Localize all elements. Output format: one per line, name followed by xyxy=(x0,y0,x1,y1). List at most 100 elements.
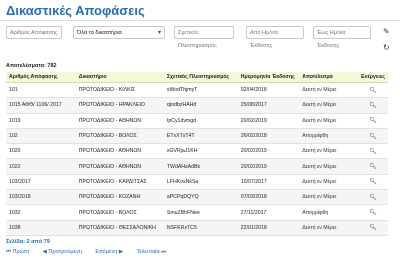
cell-actions: 🔍︎ xyxy=(358,82,388,99)
last-page-button[interactable]: Τελευταία ⏭ xyxy=(137,249,167,256)
cell-result: Απορρίφθη xyxy=(299,128,359,145)
cell-number: 102 xyxy=(6,128,76,145)
col-header-number: Αριθμός Απόφασης xyxy=(6,72,76,83)
court-select-value: Όλα τα δικαστήρια xyxy=(77,30,122,36)
col-header-auction: Σχετικός Πλειστηριασμός xyxy=(163,72,238,83)
cell-court: ΠΡΩΤΟΔΙΚΕΙΟ - ΑΘΗΝΩΝ xyxy=(75,113,164,129)
last-page-label: Τελευταία xyxy=(136,249,160,255)
chevron-left-icon: ◀ xyxy=(42,249,47,255)
cell-auction: NSFKRxTC5 xyxy=(163,220,238,236)
cell-number: 1020 xyxy=(6,143,76,160)
magnifier-icon[interactable]: 🔍︎ xyxy=(369,87,377,94)
decision-number-input[interactable]: Αριθμός Απόφασης xyxy=(6,26,62,39)
date-to-placeholder: Έως Ημ/νία Έκδοσης xyxy=(317,30,346,49)
decision-number-placeholder: Αριθμός Απόφασης xyxy=(10,30,58,36)
magnifier-icon[interactable]: 🔍︎ xyxy=(369,148,377,155)
cell-actions: 🔍︎ xyxy=(358,97,388,114)
cell-date: 26/02/2018 xyxy=(237,128,300,145)
cell-auction: LFHKosNkSa xyxy=(163,174,238,191)
cell-court: ΠΡΩΤΟΔΙΚΕΙΟ - ΚΟΖΑΝΗ xyxy=(75,189,164,206)
next-page-label: Επόμενη xyxy=(95,249,118,255)
date-from-input[interactable]: Από Ημ/νία Έκδοσης xyxy=(246,26,304,49)
cell-date: 10/07/2017 xyxy=(237,174,300,191)
first-page-label: Πρώτη xyxy=(12,249,30,255)
cell-result: Δεκτή εν Μέρει xyxy=(299,174,359,191)
cell-court: ΠΡΩΤΟΔΙΚΕΙΟ - ΒΟΛΟΣ xyxy=(75,128,164,145)
magnifier-icon[interactable]: 🔍︎ xyxy=(369,117,377,124)
cell-court: ΠΡΩΤΟΔΙΚΕΙΟ - ΚΙΛΚΙΣ xyxy=(75,82,164,99)
col-header-actions: Ενέργειες xyxy=(358,72,388,83)
cell-auction: xGVRjaJ1KH xyxy=(163,143,238,160)
cell-date: 20/02/2019 xyxy=(237,143,300,160)
table-row: 103/2017 ΠΡΩΤΟΔΙΚΕΙΟ - ΚΑΡΔΙΤΣΑΣ LFHKosN… xyxy=(6,174,388,191)
cell-result: Δεκτή εν Μέρει xyxy=(299,158,359,175)
cell-result: Δεκτή εν Μέρει xyxy=(299,189,359,206)
last-page-icon: ⏭ xyxy=(161,249,167,255)
cell-date: 02/04/2018 xyxy=(237,82,300,99)
chevron-down-icon: ▾ xyxy=(157,30,161,36)
cell-court: ΠΡΩΤΟΔΙΚΕΙΟ - ΗΡΑΚΛΕΙΟ xyxy=(75,97,164,114)
table-row: 101 ΠΡΩΤΟΔΙΚΕΙΟ - ΚΙΛΚΙΣ xWodThjmyT 02/0… xyxy=(6,82,388,99)
cell-court: ΠΡΩΤΟΔΙΚΕΙΟ - ΘΕΣΣΑΛΟΝΙΚΗ xyxy=(75,220,164,236)
cell-date: 25/08/2017 xyxy=(237,97,300,114)
related-auction-input[interactable]: Σχετικός Πλειστηριασμός xyxy=(174,26,234,49)
table-row: 102 ΠΡΩΤΟΔΙΚΕΙΟ - ΒΟΛΟΣ ETxXTxT4T 26/02/… xyxy=(6,128,388,145)
table-row: 1019 ΠΡΩΤΟΔΙΚΕΙΟ - ΑΘΗΝΩΝ IpCy1dvmgd 20/… xyxy=(6,113,388,129)
magnifier-icon[interactable]: 🔍︎ xyxy=(369,102,377,109)
cell-auction: IpCy1dvmgd xyxy=(163,113,238,129)
cell-court: ΠΡΩΤΟΔΙΚΕΙΟ - ΑΘΗΝΩΝ xyxy=(75,143,164,160)
prev-page-button[interactable]: ◀ Προηγούμενη xyxy=(43,249,82,255)
court-select[interactable]: Όλα τα δικαστήρια ▾ xyxy=(73,26,165,39)
magnifier-icon[interactable]: 🔍︎ xyxy=(369,133,377,140)
table-row: 1020 ΠΡΩΤΟΔΙΚΕΙΟ - ΑΘΗΝΩΝ xGVRjaJ1KH 20/… xyxy=(6,143,388,160)
magnifier-icon[interactable]: 🔍︎ xyxy=(369,194,377,201)
cell-actions: 🔍︎ xyxy=(358,143,388,160)
cell-actions: 🔍︎ xyxy=(358,174,388,191)
date-from-placeholder: Από Ημ/νία Έκδοσης xyxy=(250,30,278,49)
col-header-date: Ημερομηνία Έκδοσης xyxy=(237,72,300,83)
date-to-input[interactable]: Έως Ημ/νία Έκδοσης xyxy=(313,26,371,49)
cell-date: 07/03/2018 xyxy=(237,189,300,206)
results-count: Αποτελέσματα: 782 xyxy=(6,63,57,69)
cell-auction: xWodThjmyT xyxy=(163,82,238,99)
magnifier-icon[interactable]: 🔍︎ xyxy=(369,209,377,216)
cell-court: ΠΡΩΤΟΔΙΚΕΙΟ - ΑΘΗΝΩΝ xyxy=(75,158,164,175)
table-row: 103/2018 ΠΡΩΤΟΔΙΚΕΙΟ - ΚΟΖΑΝΗ aPCPqDQYQ … xyxy=(6,189,388,206)
magnifier-icon[interactable]: 🔍︎ xyxy=(369,163,377,170)
next-page-button[interactable]: Επόμενη ▶ xyxy=(95,249,123,255)
cell-date: 20/02/2019 xyxy=(237,158,300,175)
cell-date: 27/11/2017 xyxy=(237,204,300,221)
magnifier-icon[interactable]: 🔍︎ xyxy=(369,224,377,231)
cell-actions: 🔍︎ xyxy=(358,158,388,175)
cell-number: 1032 xyxy=(6,204,76,221)
cell-actions: 🔍︎ xyxy=(358,128,388,145)
refresh-icon[interactable]: ↻ xyxy=(383,44,390,52)
page-title: Δικαστικές Αποφάσεις xyxy=(6,3,145,18)
page-indicator: Σελίδα: 2 από 79 xyxy=(6,239,50,245)
table-header-row: Αριθμός Απόφασης Δικαστήριο Σχετικός Πλε… xyxy=(6,72,388,83)
cell-court: ΠΡΩΤΟΔΙΚΕΙΟ - ΚΑΡΔΙΤΣΑΣ xyxy=(75,174,164,191)
cell-number: 1015 ΑΦΘ/ 1106/ 2017 xyxy=(6,97,76,114)
table-row: 1038 ΠΡΩΤΟΔΙΚΕΙΟ - ΘΕΣΣΑΛΟΝΙΚΗ NSFKRxTC5… xyxy=(6,220,388,236)
cell-auction: SmuZBhFNee xyxy=(163,204,238,221)
cell-number: 1022 xyxy=(6,158,76,175)
col-header-result: Αποτέλεσμα xyxy=(299,72,359,83)
table-row: 1032 ΠΡΩΤΟΔΙΚΕΙΟ - ΒΟΛΟΣ SmuZBhFNee 27/1… xyxy=(6,204,388,221)
cell-actions: 🔍︎ xyxy=(358,220,388,236)
cell-auction: aPCPqDQYQ xyxy=(163,189,238,206)
decisions-table: Αριθμός Απόφασης Δικαστήριο Σχετικός Πλε… xyxy=(6,72,388,236)
cell-date: 22/01/2018 xyxy=(237,220,300,236)
prev-page-label: Προηγούμενη xyxy=(48,249,82,255)
cell-court: ΠΡΩΤΟΔΙΚΕΙΟ - ΒΟΛΟΣ xyxy=(75,204,164,221)
cell-result: Δεκτή εν Μέρει xyxy=(299,113,359,129)
table-body: 101 ΠΡΩΤΟΔΙΚΕΙΟ - ΚΙΛΚΙΣ xWodThjmyT 02/0… xyxy=(6,82,388,236)
magnifier-icon[interactable]: 🔍︎ xyxy=(369,178,377,185)
table-row: 1022 ΠΡΩΤΟΔΙΚΕΙΟ - ΑΘΗΝΩΝ TWdAHsAdBk 20/… xyxy=(6,158,388,175)
cell-date: 20/02/2019 xyxy=(237,113,300,129)
cell-auction: TWdAHsAdBk xyxy=(163,158,238,175)
cell-auction: qtodbzHAHd xyxy=(163,97,238,114)
first-page-button[interactable]: ⏮ Πρώτη xyxy=(6,249,29,256)
cell-result: Δεκτή εν Μέρει xyxy=(299,143,359,160)
title-divider xyxy=(0,20,400,21)
eraser-icon[interactable]: ✎ xyxy=(383,28,390,36)
